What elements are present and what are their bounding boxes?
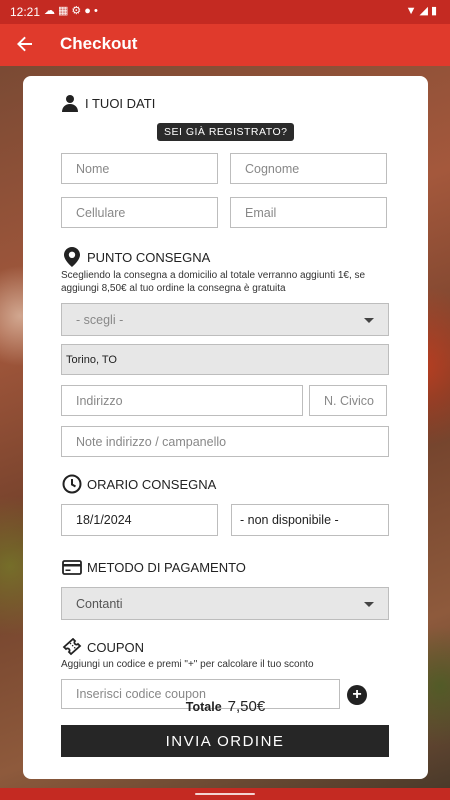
section-delivery: PUNTO CONSEGNA	[61, 246, 210, 268]
delivery-note: Scegliendo la consegna a domicilio al to…	[61, 270, 366, 294]
dot-icon: •	[93, 5, 101, 17]
already-registered-button[interactable]: SEI GIÀ REGISTRATO?	[157, 123, 295, 141]
status-notification-icons: ☁▦⚙●•	[44, 4, 101, 17]
total-amount: 7,50€	[227, 698, 266, 715]
chevron-down-icon	[364, 317, 374, 323]
payment-select[interactable]: Contanti	[61, 587, 389, 620]
nome-field[interactable]: Nome	[61, 153, 218, 184]
status-time: 12:21	[10, 5, 41, 19]
wifi-icon: ▼	[405, 5, 420, 17]
arrow-left-icon	[17, 36, 32, 52]
ticket-icon	[61, 636, 83, 658]
status-system-icons: ▼◢▮	[406, 4, 440, 17]
delivery-point-select[interactable]: - scegli -	[61, 303, 389, 336]
status-bar: 12:21 ☁▦⚙●• ▼◢▮	[0, 0, 450, 24]
section-personal-title: I TUOI DATI	[85, 95, 156, 111]
payment-value: Contanti	[76, 596, 123, 611]
indirizzo-field[interactable]: Indirizzo	[61, 385, 303, 416]
clock-icon	[61, 473, 83, 495]
coupon-note: Aggiungi un codice e premi "+" per calco…	[61, 659, 314, 670]
time-select[interactable]: - non disponibile -	[231, 504, 389, 536]
address-notes-field[interactable]: Note indirizzo / campanello	[61, 426, 389, 457]
section-delivery-title: PUNTO CONSEGNA	[87, 249, 211, 265]
cloud-icon: ☁	[44, 5, 58, 17]
section-payment-title: METODO DI PAGAMENTO	[87, 559, 246, 575]
date-field[interactable]: 18/1/2024	[61, 504, 218, 536]
home-indicator[interactable]	[195, 793, 255, 795]
battery-icon: ▮	[430, 5, 440, 17]
back-button[interactable]	[14, 33, 36, 55]
chevron-down-icon	[364, 601, 374, 607]
section-coupon-title: COUPON	[87, 639, 145, 655]
circle-icon: ●	[84, 5, 94, 17]
signal-icon: ◢	[419, 5, 431, 17]
cellulare-field[interactable]: Cellulare	[61, 197, 218, 228]
submit-order-button[interactable]: INVIA ORDINE	[61, 725, 389, 757]
section-personal: I TUOI DATI	[59, 92, 155, 114]
civico-field[interactable]: N. Civico	[309, 385, 387, 416]
checkout-card: I TUOI DATI SEI GIÀ REGISTRATO? Nome Cog…	[23, 76, 428, 779]
section-payment: METODO DI PAGAMENTO	[61, 556, 246, 578]
system-nav-bar	[0, 788, 450, 800]
section-time-title: ORARIO CONSEGNA	[87, 476, 217, 492]
city-field: Torino, TO	[61, 344, 389, 375]
person-icon	[59, 92, 81, 114]
delivery-point-value: - scegli -	[76, 312, 124, 327]
calendar-icon: ▦	[58, 5, 72, 17]
cognome-field[interactable]: Cognome	[230, 153, 387, 184]
order-total: Totale 7,50€	[23, 698, 428, 715]
credit-card-icon	[61, 556, 83, 578]
section-time: ORARIO CONSEGNA	[61, 473, 216, 495]
email-field[interactable]: Email	[230, 197, 387, 228]
total-label: Totale	[185, 700, 222, 714]
app-bar: Checkout	[0, 24, 450, 66]
map-pin-icon	[61, 246, 83, 268]
gear-icon: ⚙	[71, 5, 85, 17]
page-title: Checkout	[60, 34, 138, 53]
section-coupon: COUPON	[61, 636, 144, 658]
